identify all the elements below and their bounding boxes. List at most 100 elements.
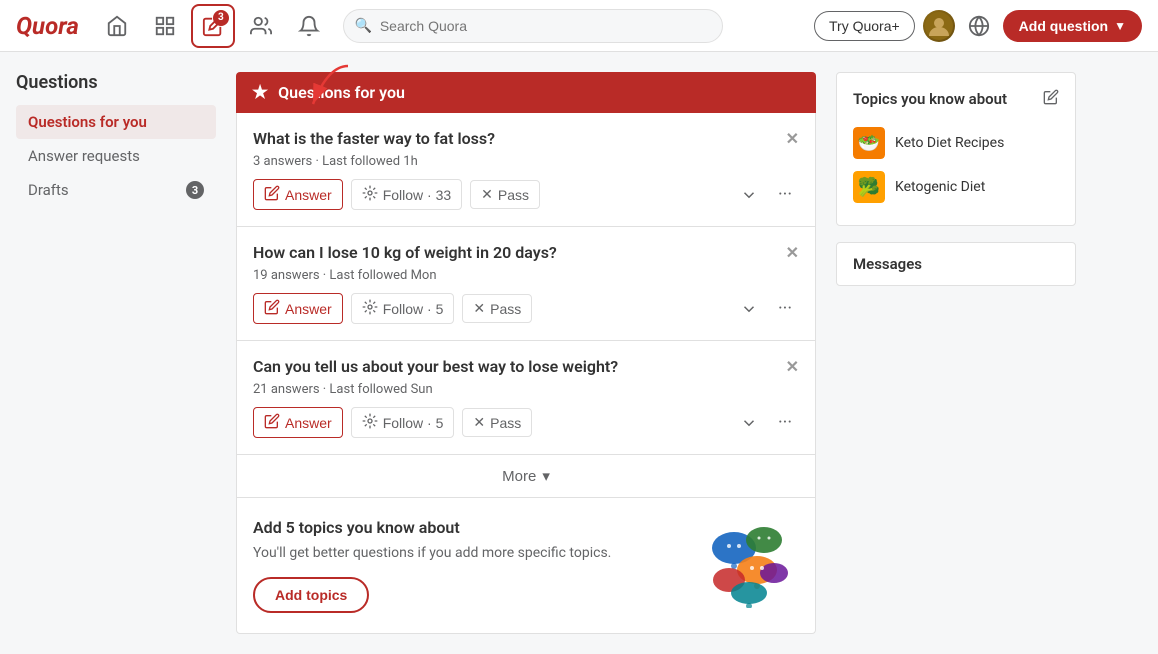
search-icon: 🔍 — [355, 18, 372, 34]
page-layout: Questions Questions for you Answer reque… — [0, 52, 1158, 654]
sidebar-item-drafts[interactable]: Drafts 3 — [16, 173, 216, 207]
topic-item-keto-diet[interactable]: 🥗 Keto Diet Recipes — [853, 121, 1059, 165]
question-meta-1: 3 answers · Last followed 1h — [253, 154, 799, 169]
follow-icon-2 — [362, 299, 378, 318]
downvote-button-2[interactable] — [735, 295, 763, 323]
home-nav-icon[interactable] — [95, 4, 139, 48]
question-card-3: Can you tell us about your best way to l… — [236, 341, 816, 455]
question-title-2: How can I lose 10 kg of weight in 20 day… — [253, 243, 799, 262]
messages-title: Messages — [853, 255, 922, 273]
header: Quora 3 🔍 Try Quora+ — [0, 0, 1158, 52]
section-title: Questions for you — [278, 83, 405, 102]
downvote-button-1[interactable] — [735, 181, 763, 209]
answer-icon-1 — [264, 185, 280, 204]
pass-button-1[interactable]: ✕ Pass — [470, 180, 540, 209]
ketogenic-label: Ketogenic Diet — [895, 179, 985, 195]
list-nav-icon[interactable] — [143, 4, 187, 48]
answer-nav-icon[interactable]: 3 — [191, 4, 235, 48]
answer-label-3: Answer — [285, 415, 332, 431]
section-header: ★ Questions for you — [236, 72, 816, 113]
search-input[interactable] — [343, 9, 723, 43]
notifications-nav-icon[interactable] — [287, 4, 331, 48]
follow-button-1[interactable]: Follow · 33 — [351, 179, 462, 210]
add-question-button[interactable]: Add question ▼ — [1003, 10, 1142, 42]
drafts-badge: 3 — [186, 181, 204, 199]
more-button[interactable]: More ▾ — [502, 467, 550, 485]
question-link-2[interactable]: How can I lose 10 kg of weight in 20 day… — [253, 243, 778, 262]
more-options-button-1[interactable]: ··· — [771, 181, 799, 209]
follow-button-3[interactable]: Follow · 5 — [351, 407, 455, 438]
more-chevron-icon: ▾ — [542, 467, 550, 485]
sidebar-item-questions-for-you[interactable]: Questions for you — [16, 105, 216, 139]
keto-diet-label: Keto Diet Recipes — [895, 135, 1004, 151]
more-options-button-3[interactable]: ··· — [771, 409, 799, 437]
question-title-3: Can you tell us about your best way to l… — [253, 357, 799, 376]
answer-button-3[interactable]: Answer — [253, 407, 343, 438]
more-button-container: More ▾ — [236, 455, 816, 498]
follow-icon-1 — [362, 185, 378, 204]
question-actions-2: Answer Follow · 5 ✕ Pass ··· — [253, 293, 799, 324]
keto-diet-icon: 🥗 — [853, 127, 885, 159]
sidebar-item-answer-requests[interactable]: Answer requests — [16, 139, 216, 173]
answer-label-2: Answer — [285, 301, 332, 317]
question-card-1: What is the faster way to fat loss? ✕ 3 … — [236, 113, 816, 227]
pass-button-3[interactable]: ✕ Pass — [462, 408, 532, 437]
add-question-label: Add question — [1019, 18, 1108, 34]
logo[interactable]: Quora — [16, 12, 79, 40]
messages-box: Messages — [836, 242, 1076, 286]
add-topics-title: Add 5 topics you know about — [253, 518, 683, 537]
sidebar: Questions Questions for you Answer reque… — [16, 72, 216, 634]
ketogenic-icon: 🥦 — [853, 171, 885, 203]
pass-label-2: Pass — [490, 301, 521, 317]
add-topics-button[interactable]: Add topics — [253, 577, 369, 613]
topics-box-title: Topics you know about — [853, 90, 1007, 108]
topics-box: Topics you know about 🥗 Keto Diet Recipe… — [836, 72, 1076, 226]
try-quora-button[interactable]: Try Quora+ — [814, 11, 915, 41]
follow-label-2: Follow · 5 — [383, 301, 444, 317]
pass-label-1: Pass — [498, 187, 529, 203]
close-button-3[interactable]: ✕ — [786, 357, 799, 376]
pass-button-2[interactable]: ✕ Pass — [462, 294, 532, 323]
close-button-2[interactable]: ✕ — [786, 243, 799, 262]
question-card-2: How can I lose 10 kg of weight in 20 day… — [236, 227, 816, 341]
close-button-1[interactable]: ✕ — [786, 129, 799, 148]
sidebar-label-drafts: Drafts — [28, 181, 69, 199]
answer-button-1[interactable]: Answer — [253, 179, 343, 210]
main-content: ★ Questions for you What is the faster w… — [236, 72, 816, 634]
answer-label-1: Answer — [285, 187, 332, 203]
more-label: More — [502, 468, 536, 485]
question-meta-2: 19 answers · Last followed Mon — [253, 268, 799, 283]
topics-box-header: Topics you know about — [853, 89, 1059, 109]
answer-icon-3 — [264, 413, 280, 432]
add-topics-description: You'll get better questions if you add m… — [253, 545, 683, 561]
pass-icon-1: ✕ — [481, 186, 493, 203]
sidebar-title: Questions — [16, 72, 216, 93]
pass-label-3: Pass — [490, 415, 521, 431]
add-topics-card: Add 5 topics you know about You'll get b… — [236, 498, 816, 634]
people-nav-icon[interactable] — [239, 4, 283, 48]
sidebar-label-questions-for-you: Questions for you — [28, 113, 147, 131]
answer-button-2[interactable]: Answer — [253, 293, 343, 324]
question-title-1: What is the faster way to fat loss? ✕ — [253, 129, 799, 148]
downvote-button-3[interactable] — [735, 409, 763, 437]
edit-icon[interactable] — [1043, 89, 1059, 109]
question-actions-1: Answer Follow · 33 ✕ Pass ··· — [253, 179, 799, 210]
topic-item-ketogenic[interactable]: 🥦 Ketogenic Diet — [853, 165, 1059, 209]
more-options-button-2[interactable]: ··· — [771, 295, 799, 323]
globe-icon[interactable] — [963, 10, 995, 42]
search-bar: 🔍 — [343, 9, 723, 43]
avatar[interactable] — [923, 10, 955, 42]
follow-button-2[interactable]: Follow · 5 — [351, 293, 455, 324]
right-panel: Topics you know about 🥗 Keto Diet Recipe… — [836, 72, 1076, 634]
header-right: Try Quora+ Add question ▼ — [814, 10, 1142, 42]
star-icon: ★ — [252, 82, 268, 103]
sidebar-label-answer-requests: Answer requests — [28, 147, 140, 165]
question-link-3[interactable]: Can you tell us about your best way to l… — [253, 357, 778, 376]
follow-icon-3 — [362, 413, 378, 432]
svg-text:🥦: 🥦 — [858, 176, 880, 198]
answer-badge: 3 — [213, 10, 229, 26]
question-link-1[interactable]: What is the faster way to fat loss? — [253, 129, 778, 148]
follow-label-1: Follow · 33 — [383, 187, 451, 203]
question-actions-3: Answer Follow · 5 ✕ Pass ··· — [253, 407, 799, 438]
question-meta-3: 21 answers · Last followed Sun — [253, 382, 799, 397]
